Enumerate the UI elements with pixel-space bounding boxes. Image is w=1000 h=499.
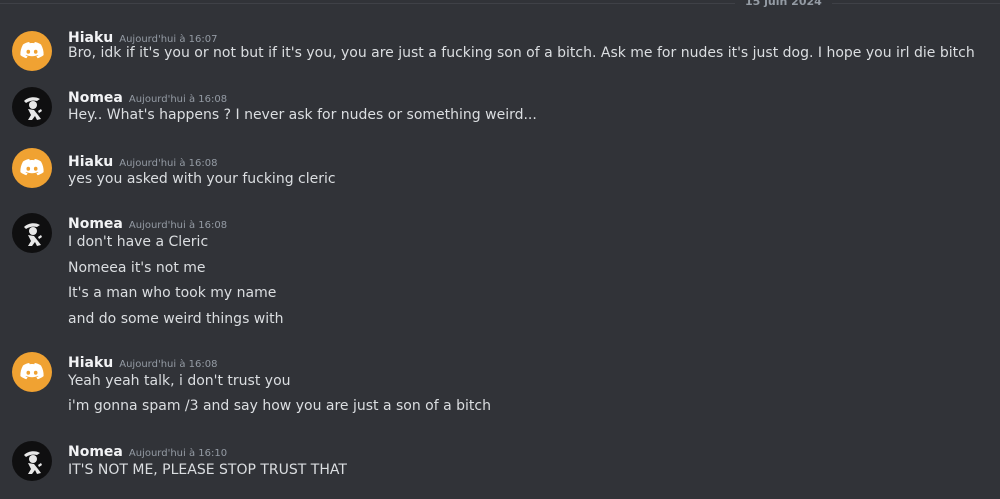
message-header: Hiaku Aujourd'hui à 16:07 xyxy=(68,27,218,46)
message-text: IT'S NOT ME, PLEASE STOP TRUST THAT xyxy=(68,462,347,478)
username[interactable]: Hiaku xyxy=(68,30,113,46)
message-text: Hey.. What's happens ? I never ask for n… xyxy=(68,107,537,123)
date-divider: 15 juin 2024 xyxy=(0,0,1000,8)
avatar[interactable] xyxy=(12,352,52,392)
message-text: Yeah yeah talk, i don't trust you xyxy=(68,373,291,389)
message-text: Bro, idk if it's you or not but if it's … xyxy=(68,45,975,61)
character-avatar-icon xyxy=(24,97,42,120)
timestamp: Aujourd'hui à 16:08 xyxy=(128,220,228,231)
divider-line xyxy=(0,3,1000,4)
character-avatar-icon xyxy=(24,451,42,474)
timestamp: Aujourd'hui à 16:08 xyxy=(119,359,218,370)
avatar[interactable] xyxy=(12,213,52,253)
character-avatar-icon xyxy=(24,223,42,246)
discord-logo-icon xyxy=(20,159,44,176)
avatar[interactable] xyxy=(12,441,52,481)
message-header: Hiaku Aujourd'hui à 16:08 xyxy=(68,352,218,371)
message-header: Hiaku Aujourd'hui à 16:08 xyxy=(68,151,218,170)
username[interactable]: Nomea xyxy=(68,216,123,232)
timestamp: Aujourd'hui à 16:10 xyxy=(128,448,228,459)
timestamp: Aujourd'hui à 16:08 xyxy=(119,158,218,169)
avatar[interactable] xyxy=(12,31,52,71)
message-text: i'm gonna spam /3 and say how you are ju… xyxy=(68,398,491,414)
message-text: It's a man who took my name xyxy=(68,285,277,301)
avatar[interactable] xyxy=(12,148,52,188)
message-text: Nomeea it's not me xyxy=(68,260,206,276)
username[interactable]: Nomea xyxy=(68,444,123,460)
date-divider-label: 15 juin 2024 xyxy=(735,0,832,8)
username[interactable]: Hiaku xyxy=(68,154,113,170)
username[interactable]: Hiaku xyxy=(68,355,113,371)
message-text: I don't have a Cleric xyxy=(68,234,209,250)
avatar[interactable] xyxy=(12,87,52,127)
message-header: Nomea Aujourd'hui à 16:10 xyxy=(68,441,228,460)
timestamp: Aujourd'hui à 16:07 xyxy=(119,34,218,45)
message-header: Nomea Aujourd'hui à 16:08 xyxy=(68,87,228,106)
discord-logo-icon xyxy=(20,42,44,59)
message-text: yes you asked with your fucking cleric xyxy=(68,171,336,187)
username[interactable]: Nomea xyxy=(68,90,123,106)
message-text: and do some weird things with xyxy=(68,311,284,327)
message-header: Nomea Aujourd'hui à 16:08 xyxy=(68,213,228,232)
discord-logo-icon xyxy=(20,363,44,380)
timestamp: Aujourd'hui à 16:08 xyxy=(128,94,228,105)
